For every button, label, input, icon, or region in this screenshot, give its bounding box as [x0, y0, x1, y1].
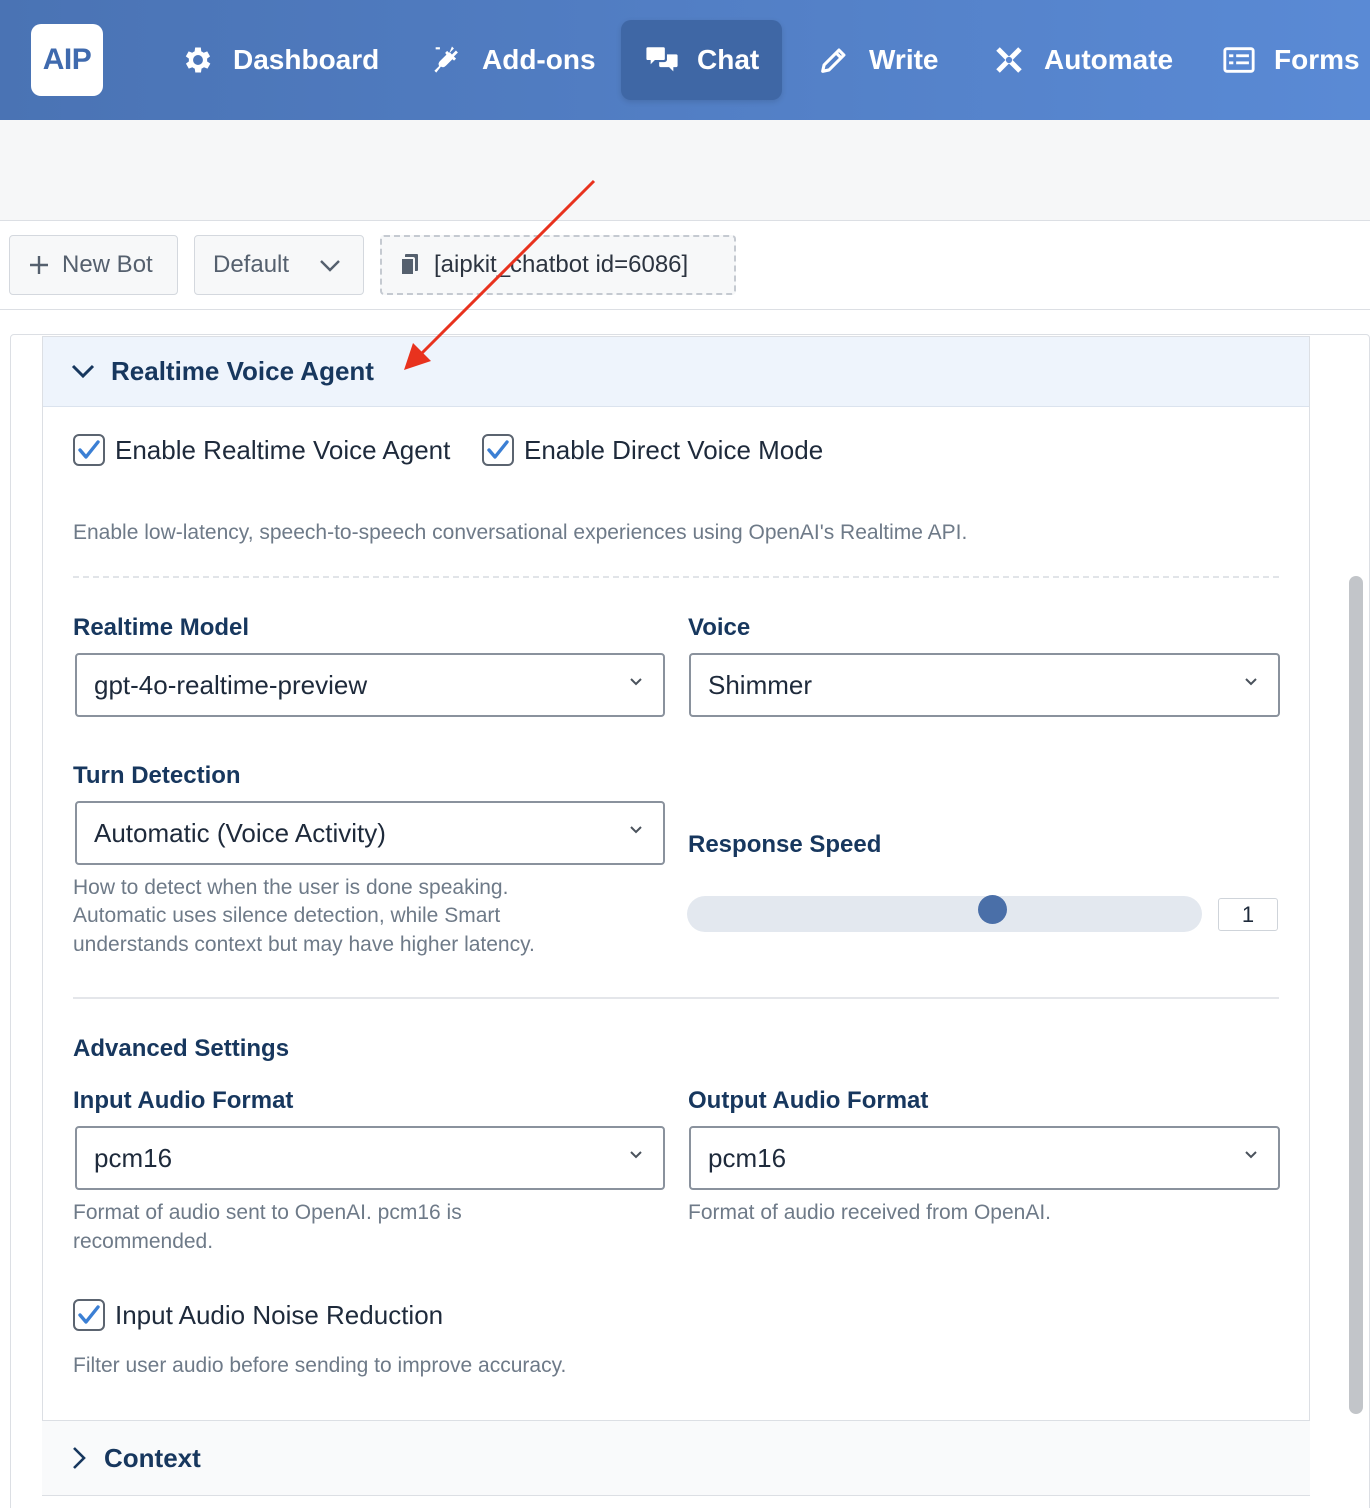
- realtime-model-label: Realtime Model: [73, 614, 250, 641]
- section-title: Realtime Voice Agent: [111, 356, 374, 386]
- turn-detection-help-2: Automatic uses silence detection, while …: [73, 904, 501, 927]
- voice-value: Shimmer: [708, 669, 813, 700]
- input-audio-format-help-1: Format of audio sent to OpenAI. pcm16 is: [73, 1201, 462, 1224]
- noise-reduction-label: Input Audio Noise Reduction: [115, 1299, 444, 1330]
- response-speed-slider-thumb[interactable]: [978, 895, 1007, 924]
- context-title: Context: [104, 1442, 201, 1473]
- chevron-down-icon: [1245, 1151, 1257, 1159]
- turn-detection-help-1: How to detect when the user is done spea…: [73, 876, 509, 899]
- enable-direct-checkbox[interactable]: [482, 434, 514, 466]
- chevron-down-icon: [320, 260, 340, 272]
- shortcode-copy-button[interactable]: [aipkit_chatbot id=6086]: [380, 235, 736, 295]
- output-audio-format-help: Format of audio received from OpenAI.: [688, 1201, 1051, 1224]
- bot-select-value: Default: [213, 251, 290, 278]
- checkmark-icon: [78, 440, 100, 459]
- response-speed-label: Response Speed: [688, 831, 882, 858]
- chat-bubbles-icon: [645, 43, 679, 77]
- checkmark-icon: [78, 1305, 100, 1324]
- checkmark-icon: [487, 440, 509, 459]
- new-bot-label: New Bot: [62, 251, 153, 278]
- output-audio-format-value: pcm16: [708, 1142, 787, 1173]
- chevron-down-icon: [630, 826, 642, 834]
- output-audio-format-select[interactable]: pcm16: [689, 1126, 1280, 1190]
- noise-reduction-checkbox[interactable]: [73, 1299, 105, 1331]
- nav-chat[interactable]: Chat: [621, 20, 782, 100]
- nav-forms[interactable]: Forms: [1198, 20, 1370, 100]
- subheader-area: [0, 120, 1370, 221]
- nav-automate-label: Automate: [1044, 44, 1174, 75]
- enable-direct-checkbox-row[interactable]: Enable Direct Voice Mode: [482, 434, 823, 466]
- plus-icon: [30, 256, 48, 274]
- chevron-down-icon: [71, 364, 95, 380]
- nav-dashboard[interactable]: Dashboard: [157, 20, 403, 100]
- nav-write-label: Write: [869, 44, 939, 75]
- bot-toolbar: New Bot Default [aipkit_chatbot id=6086]: [0, 221, 1370, 310]
- output-audio-format-label: Output Audio Format: [688, 1087, 929, 1114]
- voice-select[interactable]: Shimmer: [689, 653, 1280, 717]
- enable-realtime-checkbox-row[interactable]: Enable Realtime Voice Agent: [73, 434, 450, 466]
- input-audio-format-help-2: recommended.: [73, 1230, 214, 1253]
- top-nav: AIP Dashboard Add-ons Chat Write Automat…: [0, 0, 1370, 120]
- nav-addons-label: Add-ons: [482, 44, 596, 75]
- chevron-down-icon: [1245, 678, 1257, 686]
- nav-dashboard-label: Dashboard: [233, 44, 380, 75]
- realtime-model-select[interactable]: gpt-4o-realtime-preview: [75, 653, 665, 717]
- copy-icon: [400, 254, 418, 276]
- enable-direct-label: Enable Direct Voice Mode: [524, 434, 824, 465]
- noise-reduction-help: Filter user audio before sending to impr…: [73, 1354, 567, 1377]
- turn-detection-value: Automatic (Voice Activity): [94, 817, 386, 848]
- pencil-icon: [817, 43, 851, 77]
- response-speed-slider-track[interactable]: [687, 896, 1202, 932]
- realtime-description: Enable low-latency, speech-to-speech con…: [73, 521, 968, 544]
- nav-automate[interactable]: Automate: [968, 20, 1197, 100]
- turn-detection-select[interactable]: Automatic (Voice Activity): [75, 801, 665, 865]
- turn-detection-help-3: understands context but may have higher …: [73, 933, 535, 956]
- response-speed-input[interactable]: 1: [1218, 898, 1278, 931]
- plug-icon: [430, 43, 464, 77]
- nav-write[interactable]: Write: [793, 20, 963, 100]
- chevron-down-icon: [630, 678, 642, 686]
- enable-realtime-checkbox[interactable]: [73, 434, 105, 466]
- advanced-divider: [73, 997, 1279, 999]
- realtime-voice-accordion-header[interactable]: Realtime Voice Agent: [43, 337, 1309, 407]
- enable-realtime-label: Enable Realtime Voice Agent: [115, 434, 451, 465]
- context-accordion-header[interactable]: Context: [42, 1420, 1310, 1496]
- advanced-settings-heading: Advanced Settings: [73, 1035, 290, 1062]
- shortcode-text: [aipkit_chatbot id=6086]: [434, 251, 689, 278]
- chevron-down-icon: [630, 1151, 642, 1159]
- input-audio-format-select[interactable]: pcm16: [75, 1126, 665, 1190]
- input-audio-format-label: Input Audio Format: [73, 1087, 294, 1114]
- chevron-right-icon: [72, 1446, 86, 1470]
- nav-forms-label: Forms: [1274, 44, 1360, 75]
- gear-icon: [181, 43, 215, 77]
- noise-reduction-checkbox-row[interactable]: Input Audio Noise Reduction: [73, 1299, 443, 1331]
- section-divider: [73, 576, 1279, 578]
- bot-select-dropdown[interactable]: Default: [194, 235, 364, 295]
- app-logo[interactable]: AIP: [31, 24, 103, 96]
- input-audio-format-value: pcm16: [94, 1142, 173, 1173]
- nav-addons[interactable]: Add-ons: [406, 20, 620, 100]
- realtime-model-value: gpt-4o-realtime-preview: [94, 669, 368, 700]
- panel-scrollbar-thumb[interactable]: [1349, 576, 1363, 1414]
- automate-icon: [992, 43, 1026, 77]
- voice-label: Voice: [688, 614, 751, 641]
- turn-detection-label: Turn Detection: [73, 762, 241, 789]
- new-bot-button[interactable]: New Bot: [9, 235, 178, 295]
- nav-chat-label: Chat: [697, 44, 760, 75]
- form-icon: [1222, 43, 1256, 77]
